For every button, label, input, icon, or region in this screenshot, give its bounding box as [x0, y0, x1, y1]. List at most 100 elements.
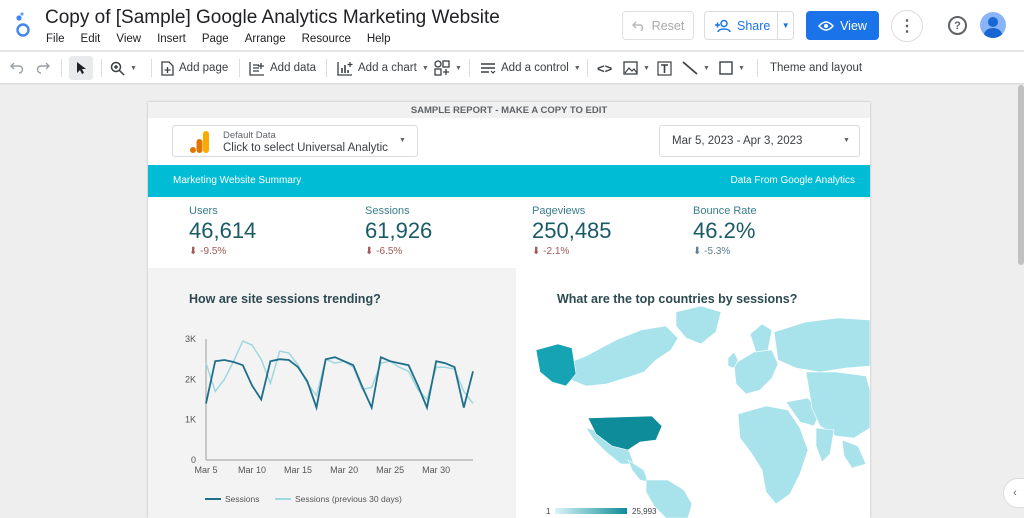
sessions-series-line[interactable] — [205, 355, 474, 412]
arrow-down-icon: ⬇ — [189, 246, 201, 257]
date-range-picker[interactable]: Mar 5, 2023 - Apr 3, 2023 ▼ — [659, 125, 860, 157]
menu-edit[interactable]: Edit — [81, 33, 101, 45]
kpi-sessions[interactable]: Sessions 61,926 ⬇ -6.5% — [365, 205, 432, 257]
sessions-line-chart[interactable]: 0 1K 2K 3K Mar 5 Mar 10 Mar 15 Mar 20 Mar 25 Mar… — [148, 268, 516, 518]
x-tick-label: Mar 5 — [194, 465, 217, 475]
looker-studio-logo-icon[interactable] — [14, 12, 32, 38]
countries-map-panel: What are the top countries by sessions? — [516, 268, 870, 518]
menu-arrange[interactable]: Arrange — [245, 33, 286, 45]
menu-resource[interactable]: Resource — [302, 33, 351, 45]
y-tick-label: 2K — [185, 374, 196, 384]
undo-icon[interactable] — [10, 52, 24, 84]
kpi-delta: -2.1% — [543, 246, 570, 257]
kpi-label: Bounce Rate — [693, 205, 757, 217]
y-tick-label: 3K — [185, 334, 196, 344]
more-options-icon[interactable]: ⋮ — [891, 10, 923, 42]
add-control-button[interactable]: Add a control ▼ — [480, 52, 581, 84]
map-greenland — [675, 305, 722, 345]
redo-icon[interactable] — [36, 52, 50, 84]
image-dropdown-icon: ▼ — [643, 64, 650, 72]
line-dropdown-icon: ▼ — [703, 64, 710, 72]
x-tick-label: Mar 30 — [422, 465, 450, 475]
date-range-dropdown-icon: ▼ — [843, 137, 850, 144]
community-viz-dropdown-icon: ▼ — [455, 64, 462, 72]
add-data-icon — [249, 61, 264, 76]
sample-banner: SAMPLE REPORT - MAKE A COPY TO EDIT — [148, 102, 870, 118]
share-button[interactable]: Share ▼ — [704, 11, 794, 40]
vertical-scrollbar[interactable] — [1018, 85, 1024, 265]
y-tick-label: 1K — [185, 415, 196, 425]
report-page: SAMPLE REPORT - MAKE A COPY TO EDIT Defa… — [148, 102, 870, 518]
arrow-down-icon: ⬇ — [693, 246, 705, 257]
kpi-pageviews[interactable]: Pageviews 250,485 ⬇ -2.1% — [532, 205, 612, 257]
menu-help[interactable]: Help — [367, 33, 391, 45]
world-sessions-map[interactable]: 1 25,993 — [516, 268, 870, 518]
avatar[interactable] — [980, 12, 1006, 38]
add-page-button[interactable]: Add page — [161, 52, 228, 84]
sessions-trend-panel: How are site sessions trending? 0 1K 2K 3K … — [148, 268, 516, 518]
theme-layout-button[interactable]: Theme and layout — [770, 52, 862, 84]
line-icon — [682, 61, 698, 75]
report-title[interactable]: Copy of [Sample] Google Analytics Market… — [45, 7, 500, 29]
map-canada — [555, 325, 679, 387]
map-africa — [737, 405, 809, 505]
map-alaska — [535, 343, 577, 387]
add-data-button[interactable]: Add data — [249, 52, 316, 84]
kpi-value: 46.2% — [693, 218, 756, 243]
data-source-selector[interactable]: Default Data Click to select Universal A… — [172, 125, 418, 157]
summary-source: Data From Google Analytics — [730, 175, 856, 186]
shape-dropdown-icon: ▼ — [738, 64, 745, 72]
kpi-delta: -5.3% — [704, 246, 731, 257]
community-viz-button[interactable]: ▼ — [434, 52, 462, 84]
line-button[interactable]: ▼ — [682, 52, 710, 84]
app-header: Copy of [Sample] Google Analytics Market… — [0, 0, 1024, 50]
map-europe — [733, 349, 779, 395]
kpi-users[interactable]: Users 46,614 ⬇ -9.5% — [189, 205, 256, 257]
text-box-icon[interactable] — [657, 52, 672, 84]
share-label: Share — [737, 18, 771, 33]
kpi-label: Sessions — [365, 205, 410, 217]
add-person-icon — [715, 19, 731, 32]
kpi-label: Users — [189, 205, 218, 217]
image-button[interactable]: ▼ — [623, 52, 650, 84]
embed-code-icon[interactable]: <> — [597, 52, 612, 84]
add-chart-button[interactable]: Add a chart ▼ — [337, 52, 429, 84]
add-chart-label: Add a chart — [358, 62, 417, 74]
add-control-label: Add a control — [501, 62, 569, 74]
view-label: View — [840, 18, 867, 33]
kpi-bounce-rate[interactable]: Bounce Rate 46.2% ⬇ -5.3% — [693, 205, 757, 257]
arrow-down-icon: ⬇ — [365, 246, 377, 257]
add-chart-icon — [337, 61, 353, 76]
kpi-delta: -6.5% — [376, 246, 403, 257]
reset-button[interactable]: Reset — [622, 11, 694, 40]
map-legend-max: 25,993 — [632, 507, 657, 516]
view-button[interactable]: View — [806, 11, 879, 40]
shape-button[interactable]: ▼ — [719, 52, 745, 84]
menu-insert[interactable]: Insert — [157, 33, 186, 45]
zoom-button[interactable]: ▼ — [110, 52, 137, 84]
menu-file[interactable]: File — [46, 33, 65, 45]
add-control-dropdown-icon: ▼ — [573, 64, 581, 72]
share-dropdown-icon[interactable]: ▼ — [777, 12, 793, 39]
select-pointer-icon[interactable] — [69, 56, 93, 80]
zoom-dropdown-icon: ▼ — [130, 64, 137, 72]
menu-bar: File Edit View Insert Page Arrange Resou… — [46, 33, 407, 45]
x-tick-label: Mar 15 — [284, 465, 312, 475]
menu-view[interactable]: View — [116, 33, 141, 45]
image-icon — [623, 61, 638, 75]
google-analytics-icon — [190, 131, 209, 153]
map-india — [815, 427, 835, 463]
map-central-america — [627, 459, 649, 483]
date-range-value: Mar 5, 2023 - Apr 3, 2023 — [672, 135, 803, 147]
legend-label: Sessions — [225, 494, 260, 504]
add-page-icon — [161, 60, 174, 76]
map-scandinavia — [749, 323, 773, 353]
x-tick-label: Mar 20 — [330, 465, 358, 475]
data-source-value: Click to select Universal Analytic — [223, 142, 388, 154]
x-tick-label: Mar 10 — [238, 465, 266, 475]
kpi-value: 250,485 — [532, 218, 612, 243]
edit-toolbar: ▼ Add page Add data Add a chart ▼ ▼ Add … — [0, 52, 1024, 84]
help-icon[interactable]: ? — [948, 16, 967, 35]
summary-header-bar: Marketing Website Summary Data From Goog… — [148, 165, 870, 197]
menu-page[interactable]: Page — [202, 33, 229, 45]
